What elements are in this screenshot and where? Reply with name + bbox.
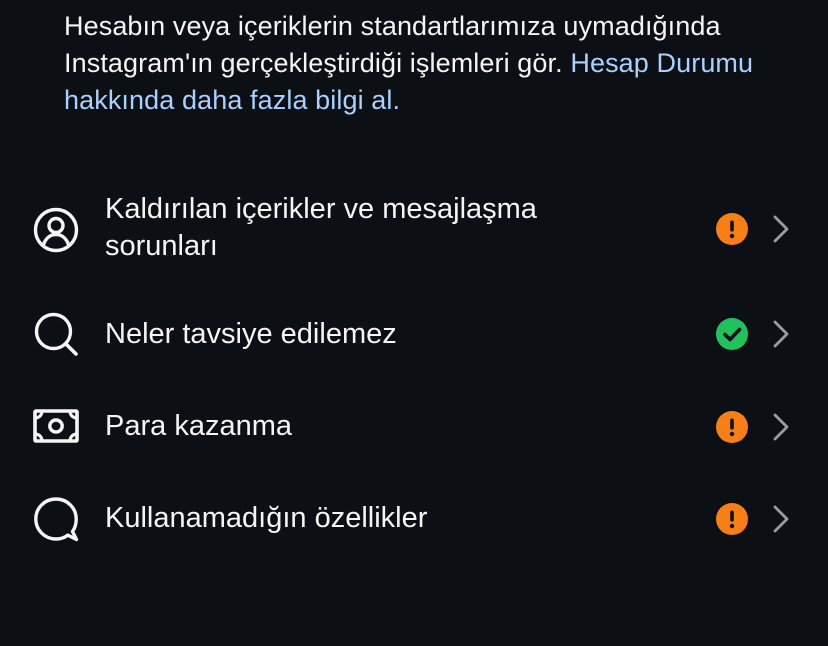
list-item-label: Kullanamadığın özellikler	[105, 502, 428, 534]
chevron-right-icon	[773, 320, 789, 348]
warning-status-icon	[716, 411, 748, 443]
warning-status-icon	[716, 213, 748, 245]
list-item-removed-content[interactable]: Kaldırılan içerikler ve mesajlaşma sorun…	[0, 186, 828, 272]
chevron-right-icon	[773, 505, 789, 533]
chevron-right-icon	[773, 215, 789, 243]
warning-status-icon	[716, 503, 748, 535]
chevron-right-icon	[773, 413, 789, 441]
list-item-label: Neler tavsiye edilemez	[105, 318, 397, 350]
list-item-label: Para kazanma	[105, 410, 292, 442]
user-circle-icon	[33, 207, 79, 253]
search-icon	[34, 312, 78, 356]
list-item-monetization[interactable]: Para kazanma	[0, 392, 828, 462]
check-status-icon	[716, 318, 748, 350]
list-item-not-recommended[interactable]: Neler tavsiye edilemez	[0, 300, 828, 370]
intro-text: Hesabın veya içeriklerin standartlarımız…	[64, 8, 784, 119]
chat-bubble-icon	[34, 497, 79, 542]
list-item-unavailable-features[interactable]: Kullanamadığın özellikler	[0, 484, 828, 554]
account-status-screen: Hesabın veya içeriklerin standartlarımız…	[0, 0, 828, 646]
list-item-label: Kaldırılan içerikler ve mesajlaşma sorun…	[105, 193, 537, 262]
money-icon	[33, 409, 79, 443]
